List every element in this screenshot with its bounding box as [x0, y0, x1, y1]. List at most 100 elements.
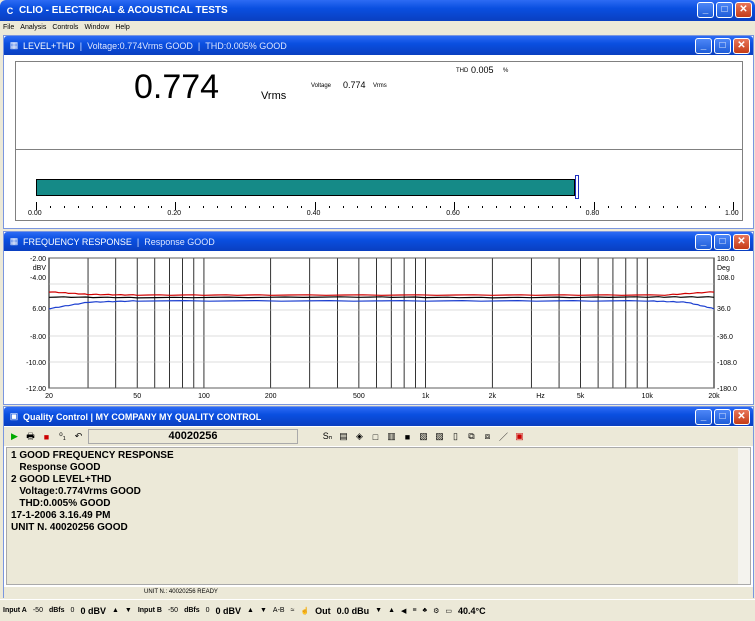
meter-icon[interactable]: ▭	[445, 607, 452, 615]
thd-unit: %	[503, 68, 509, 74]
menu-file[interactable]: File	[3, 24, 14, 31]
up-arrow-icon[interactable]: ▲	[112, 607, 119, 614]
counter-icon[interactable]: ⁰₁	[56, 430, 69, 443]
qc-log[interactable]: 1 GOOD FREQUENCY RESPONSE Response GOOD …	[6, 447, 751, 585]
stop-icon[interactable]: ▣	[513, 430, 526, 443]
input-a-level[interactable]: 0 dBV	[80, 606, 106, 616]
minimize-button[interactable]: _	[695, 234, 712, 250]
ab-button[interactable]: A-B	[273, 607, 285, 614]
up-arrow-icon[interactable]: ▲	[247, 607, 254, 614]
meter-tick	[36, 202, 37, 210]
print-icon[interactable]: 🖶	[24, 430, 37, 443]
maximize-button[interactable]: □	[714, 409, 731, 425]
y-tick-label: -2.00	[30, 256, 46, 263]
x-tick-label: 20k	[708, 393, 720, 400]
level-marker	[575, 175, 580, 199]
microphone-icon[interactable]: ♣	[423, 607, 428, 614]
minimize-button[interactable]: _	[695, 38, 712, 54]
qc-line: Response GOOD	[11, 462, 101, 473]
signal-icon[interactable]: ≡	[412, 607, 416, 614]
y-tick-label: 6.00	[32, 306, 46, 313]
meter-tick	[509, 206, 511, 208]
open-icon[interactable]: ▥	[385, 430, 398, 443]
hand-icon[interactable]: ☝	[300, 607, 309, 615]
paste-icon[interactable]: ⧈	[481, 430, 494, 443]
serial-number-field[interactable]: 40020256	[88, 429, 298, 444]
clio-logo-icon: C	[6, 5, 14, 16]
level-bar	[36, 179, 576, 196]
level-thd-title-bar[interactable]: ▦ LEVEL+THD | Voltage:0.774Vrms GOOD | T…	[4, 36, 753, 55]
frequency-response-chart: -2.00 dBV -4.00 6.00 -8.00 -10.00 -12.00 180.0 D…	[26, 256, 737, 400]
generator-icon[interactable]: ≈	[291, 607, 295, 614]
input-b-level[interactable]: 0 dBV	[216, 606, 242, 616]
down-arrow-icon[interactable]: ▼	[125, 607, 132, 614]
x-tick-label: 5k	[577, 393, 585, 400]
phantom-icon[interactable]: ⚙	[433, 607, 439, 615]
up-arrow-icon[interactable]: ▲	[388, 607, 395, 614]
meter-tick	[259, 206, 261, 208]
input-b-range: -50	[167, 607, 179, 614]
quality-control-window: ▣ Quality Control | MY COMPANY MY QUALIT…	[3, 406, 754, 598]
minimize-button[interactable]: _	[697, 2, 714, 18]
meter-tick	[719, 206, 721, 208]
maximize-button[interactable]: □	[714, 38, 731, 54]
maximize-button[interactable]: □	[714, 234, 731, 250]
meter-tick-label: 0.00	[28, 210, 42, 217]
play-icon[interactable]: ▶	[8, 430, 21, 443]
menu-help[interactable]: Help	[115, 24, 129, 31]
voltage-label: Voltage	[311, 83, 332, 89]
qc-title-bar[interactable]: ▣ Quality Control | MY COMPANY MY QUALIT…	[4, 407, 753, 426]
zero-b: 0	[205, 607, 210, 614]
menu-controls[interactable]: Controls	[52, 24, 78, 31]
export-icon[interactable]: ▧	[417, 430, 430, 443]
meter-tick	[63, 206, 65, 208]
meter-tick	[356, 206, 358, 208]
meter-tick	[663, 206, 665, 208]
meter-tick	[231, 206, 233, 208]
chart-icon: ▦	[9, 236, 19, 246]
save-icon[interactable]: ■	[401, 430, 414, 443]
meter-tick	[677, 206, 679, 208]
close-button[interactable]: ✕	[735, 2, 752, 18]
down-arrow-icon[interactable]: ▼	[375, 607, 382, 614]
report-icon[interactable]: ▨	[433, 430, 446, 443]
close-button[interactable]: ✕	[733, 38, 750, 54]
voltage-value: 0.774	[343, 80, 366, 90]
meter-tick	[119, 206, 121, 208]
meter-tick	[454, 202, 456, 210]
sn-icon[interactable]: Sₙ	[321, 430, 334, 443]
menu-window[interactable]: Window	[84, 24, 109, 31]
y2-tick-label: -180.0	[717, 386, 737, 393]
undo-icon[interactable]: ↶	[72, 430, 85, 443]
scrollbar[interactable]	[738, 448, 750, 584]
title-separator: |	[79, 40, 83, 51]
copy-icon[interactable]: ⧉	[465, 430, 478, 443]
doc-icon[interactable]: ▯	[449, 430, 462, 443]
meter-tick	[91, 206, 93, 208]
minimize-button[interactable]: _	[695, 409, 712, 425]
maximize-button[interactable]: □	[716, 2, 733, 18]
freq-title-bar[interactable]: ▦ FREQUENCY RESPONSE | Response GOOD _ □ ✕	[4, 232, 753, 251]
settings-icon[interactable]: ■	[40, 430, 53, 443]
meter-tick	[328, 206, 330, 208]
app-title-bar[interactable]: C CLIO - ELECTRICAL & ACOUSTICAL TESTS _…	[0, 0, 755, 21]
x-tick-label: 2k	[489, 393, 497, 400]
dbfs-b-label: dBfs	[184, 607, 200, 614]
meter-tick	[635, 206, 637, 208]
qc-status: UNIT N.: 40020256 READY	[4, 587, 753, 598]
y-tick-label: -10.00	[26, 360, 46, 367]
meter-tick	[286, 206, 288, 208]
close-button[interactable]: ✕	[733, 234, 750, 250]
target-icon[interactable]: ◈	[353, 430, 366, 443]
out-level[interactable]: 0.0 dBu	[337, 606, 370, 616]
menu-analysis[interactable]: Analysis	[20, 24, 46, 31]
down-arrow-icon[interactable]: ▼	[260, 607, 267, 614]
list-icon[interactable]: ▤	[337, 430, 350, 443]
y2-tick-label: Deg	[717, 265, 730, 272]
thd-value: 0.005	[471, 65, 494, 75]
new-icon[interactable]: □	[369, 430, 382, 443]
edit-icon[interactable]: ／	[497, 430, 510, 443]
qc-line: 1 GOOD FREQUENCY RESPONSE	[11, 450, 174, 461]
close-button[interactable]: ✕	[733, 409, 750, 425]
speaker-icon[interactable]: ◀	[401, 607, 406, 615]
